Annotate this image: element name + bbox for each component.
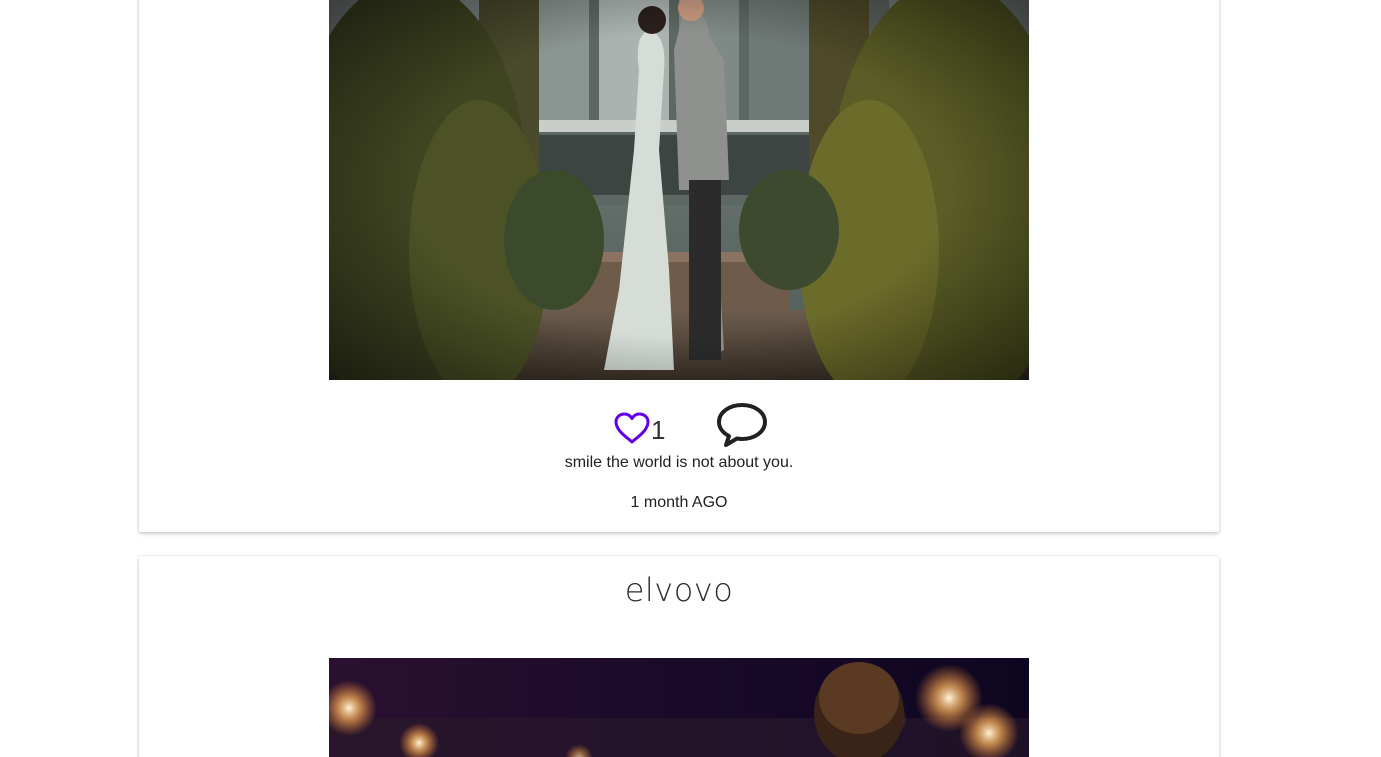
post-actions: 1 xyxy=(139,400,1219,448)
like-button[interactable] xyxy=(614,412,650,446)
post-caption: smile the world is not about you. xyxy=(564,454,794,471)
couple-photo-image xyxy=(329,0,1029,380)
post-feed: 1 smile the world is not about you. 1 mo… xyxy=(0,0,1381,757)
post-photo[interactable] xyxy=(329,0,1029,380)
speech-bubble-icon xyxy=(717,403,767,447)
comment-button[interactable] xyxy=(716,402,768,448)
post-card: 1 smile the world is not about you. 1 mo… xyxy=(139,0,1219,532)
like-count: 1 xyxy=(651,415,666,445)
post-card: elvovo xyxy=(139,556,1219,757)
post-username[interactable]: elvovo xyxy=(139,570,1219,610)
post-photo[interactable] xyxy=(329,658,1029,757)
post-timestamp: 1 month AGO xyxy=(630,494,728,511)
sparklers-photo-image xyxy=(329,658,1029,757)
heart-outline-icon xyxy=(614,412,650,444)
